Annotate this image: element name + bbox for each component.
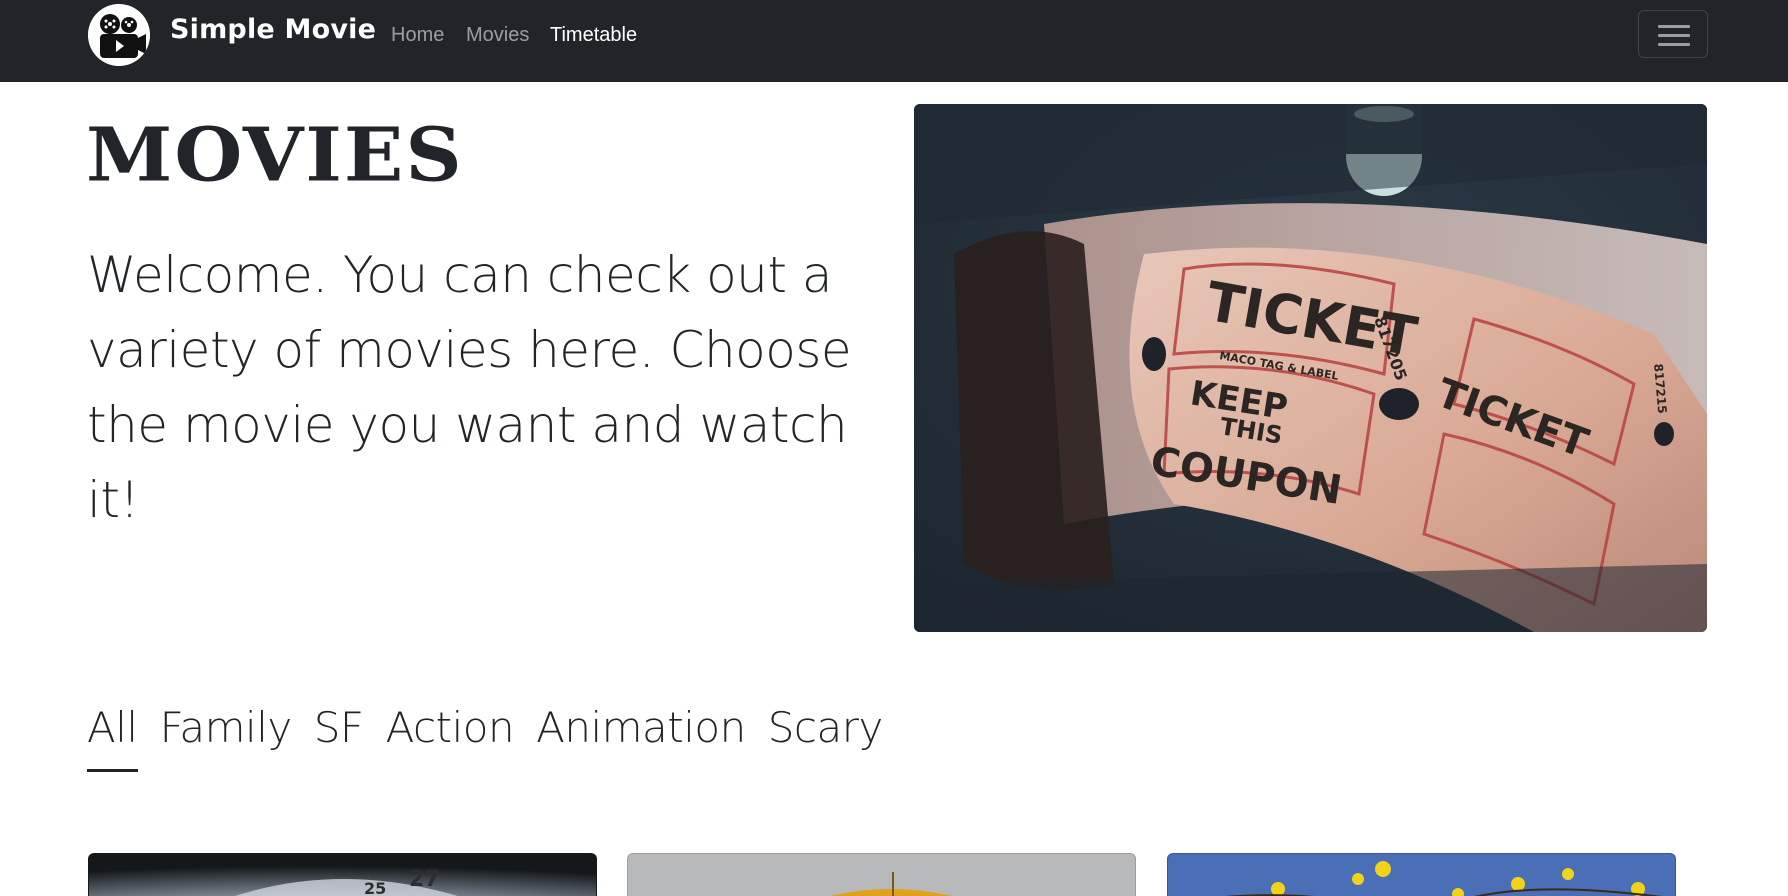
clock-number: 25 [364, 879, 386, 896]
filter-tab-sf[interactable]: SF [314, 700, 364, 764]
filter-tab-scary[interactable]: Scary [768, 700, 884, 764]
nav-link-timetable[interactable]: Timetable [550, 24, 637, 47]
hero-image-tickets: TICKET MACO TAG & LABEL KEEP THIS COUPON… [914, 104, 1707, 632]
navbar: Simple Movie Home Movies Timetable [0, 0, 1788, 82]
hamburger-icon [1658, 25, 1690, 28]
hero-description: Welcome. You can check out a variety of … [87, 246, 852, 529]
filter-tab-action[interactable]: Action [386, 700, 515, 764]
nav-link-home[interactable]: Home [391, 24, 444, 47]
movie-card[interactable]: 25 27 [88, 853, 597, 896]
movie-card[interactable] [627, 853, 1136, 896]
brand-logo-icon[interactable] [88, 4, 150, 66]
movie-card[interactable] [1167, 853, 1676, 896]
filter-tab-family[interactable]: Family [160, 700, 293, 764]
page-title: MOVIES [86, 112, 464, 199]
category-filter-tabs: All Family SF Action Animation Scary [87, 700, 884, 772]
filter-tab-all[interactable]: All [87, 700, 138, 772]
nav-link-movies[interactable]: Movies [466, 24, 529, 47]
brand-name[interactable]: Simple Movie [170, 14, 376, 45]
filter-tab-animation[interactable]: Animation [536, 700, 746, 764]
clock-number: 27 [409, 867, 440, 892]
menu-toggle-button[interactable] [1638, 10, 1708, 58]
